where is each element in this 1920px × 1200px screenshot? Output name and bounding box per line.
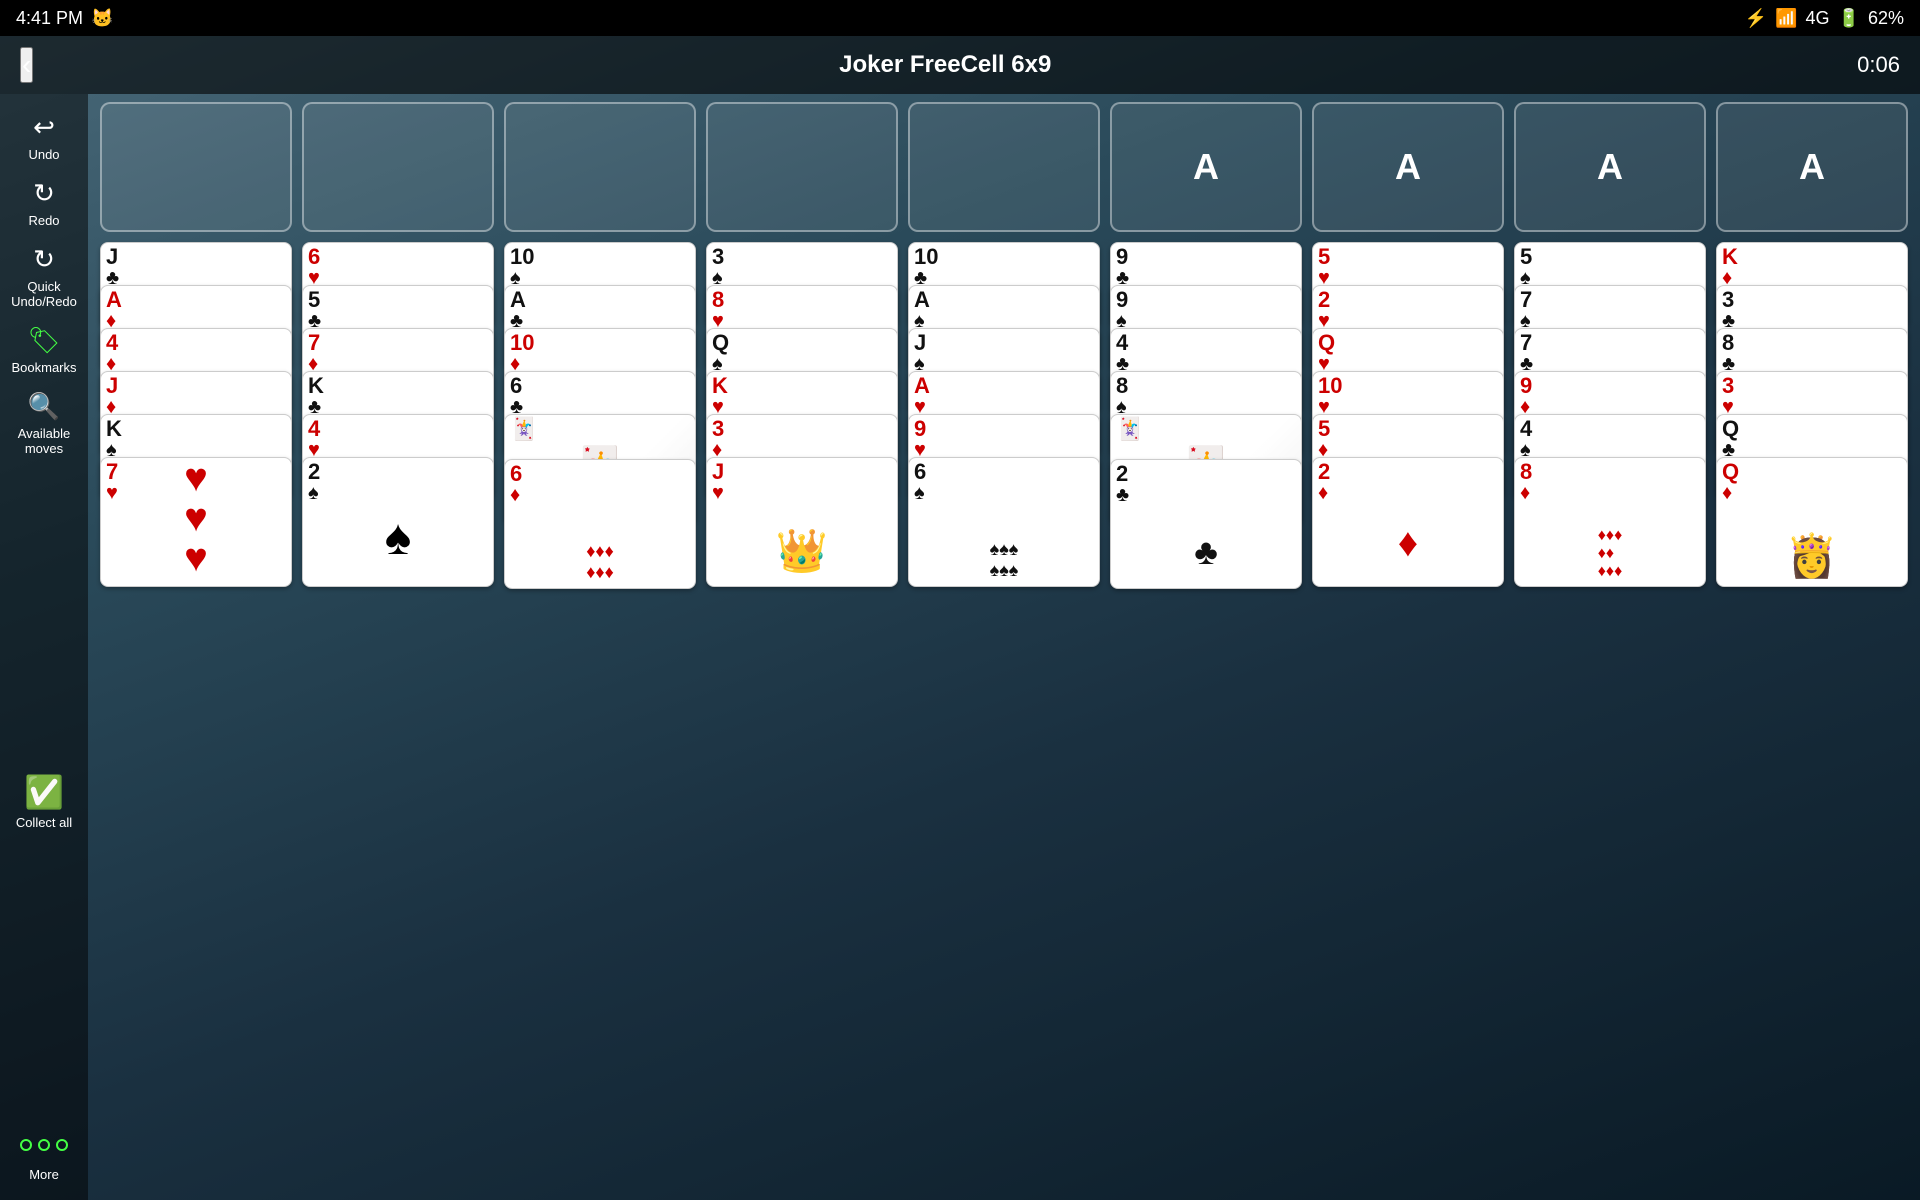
top-row: A A A A bbox=[100, 102, 1908, 232]
redo-label: Redo bbox=[28, 213, 59, 228]
available-moves-icon: 🔍 bbox=[28, 391, 60, 422]
back-button[interactable]: ‹ bbox=[20, 47, 33, 83]
nav-bar: ‹ Joker FreeCell 6x9 0:06 bbox=[0, 36, 1920, 94]
quick-undo-redo-icon: ↻ bbox=[33, 244, 55, 275]
sidebar-item-undo[interactable]: ↩ Undo bbox=[4, 104, 84, 170]
column-5: 9♣ 9♠ 4♣ 8♠ 🃏 🃏 2♣♣ bbox=[1110, 242, 1302, 589]
sidebar-item-quick-undo-redo[interactable]: ↻ Quick Undo/Redo bbox=[4, 236, 84, 317]
card-j-hearts[interactable]: J♥👑 bbox=[706, 457, 898, 587]
collect-all-icon: ✅ bbox=[24, 773, 64, 811]
column-3: 3♠ 8♥ Q♠ K♥ 3♦ J♥👑 bbox=[706, 242, 898, 589]
more-label: More bbox=[29, 1167, 59, 1182]
card-6-diamonds[interactable]: 6♦♦♦♦♦♦♦ bbox=[504, 459, 696, 589]
card-6-spades[interactable]: 6♠♠♠♠♠♠♠ bbox=[908, 457, 1100, 587]
sidebar-item-redo[interactable]: ↻ Redo bbox=[4, 170, 84, 236]
status-right: ⚡ 📶 4G 🔋 62% bbox=[1745, 8, 1904, 29]
bluetooth-icon: ⚡ bbox=[1745, 8, 1767, 29]
sidebar-item-more[interactable]: More bbox=[4, 1159, 84, 1190]
free-cell-3[interactable] bbox=[504, 102, 696, 232]
game-timer: 0:06 bbox=[1857, 52, 1900, 78]
quick-undo-redo-label: Quick Undo/Redo bbox=[8, 279, 80, 309]
status-left: 4:41 PM 🐱 bbox=[16, 8, 113, 29]
game-title: Joker FreeCell 6x9 bbox=[839, 51, 1051, 79]
column-8: K♦ 3♣ 8♣ 3♥ Q♣ Q♦👸 bbox=[1716, 242, 1908, 589]
card-7-hearts-0[interactable]: 7♥ ♥♥♥ bbox=[100, 457, 292, 587]
sidebar-item-available-moves[interactable]: 🔍 Available moves bbox=[4, 383, 84, 464]
battery-pct: 62% bbox=[1868, 8, 1904, 29]
foundation-3[interactable]: A bbox=[1514, 102, 1706, 232]
column-0: J♣ A♦ 4♦ J♦ K♠ 7♥ ♥♥♥ bbox=[100, 242, 292, 589]
sidebar-item-bookmarks[interactable]: 🏷 Bookmarks bbox=[4, 317, 84, 383]
foundation-2[interactable]: A bbox=[1312, 102, 1504, 232]
free-cell-2[interactable] bbox=[302, 102, 494, 232]
dot-3 bbox=[56, 1139, 68, 1151]
undo-icon: ↩ bbox=[33, 112, 55, 143]
card-2-spades[interactable]: 2♠♠ bbox=[302, 457, 494, 587]
column-6: 5♥ 2♥ Q♥ 10♥ 5♦ 2♦♦ bbox=[1312, 242, 1504, 589]
more-dots[interactable] bbox=[20, 1139, 68, 1151]
signal-icon: 📶 bbox=[1775, 8, 1797, 29]
card-q-diamonds[interactable]: Q♦👸 bbox=[1716, 457, 1908, 587]
free-cell-1[interactable] bbox=[100, 102, 292, 232]
time: 4:41 PM bbox=[16, 8, 83, 29]
columns-row: J♣ A♦ 4♦ J♦ K♠ 7♥ ♥♥♥ 6♥ 5♣ 7♦ K♣ 4♥ 2♠♠… bbox=[100, 242, 1908, 589]
redo-icon: ↻ bbox=[33, 178, 55, 209]
column-2: 10♠ A♣ 10♦ 6♣ 🃏 🃏 6♦♦♦♦♦♦♦ bbox=[504, 242, 696, 589]
undo-label: Undo bbox=[28, 147, 59, 162]
card-2-clubs[interactable]: 2♣♣ bbox=[1110, 459, 1302, 589]
foundation-1[interactable]: A bbox=[1110, 102, 1302, 232]
sidebar-item-collect-all[interactable]: ✅ Collect all bbox=[4, 765, 84, 838]
card-8-diamonds[interactable]: 8♦♦♦♦♦♦♦♦♦ bbox=[1514, 457, 1706, 587]
bookmarks-icon: 🏷 bbox=[27, 325, 60, 356]
status-bar: 4:41 PM 🐱 ⚡ 📶 4G 🔋 62% bbox=[0, 0, 1920, 36]
sidebar: ↩ Undo ↻ Redo ↻ Quick Undo/Redo 🏷 Bookma… bbox=[0, 94, 88, 1200]
bookmarks-label: Bookmarks bbox=[11, 360, 76, 375]
carrier-icon: 🐱 bbox=[91, 8, 113, 29]
available-moves-label: Available moves bbox=[8, 426, 80, 456]
game-area: A A A A J♣ A♦ 4♦ J♦ K♠ 7♥ ♥♥♥ 6♥ 5♣ 7♦ K… bbox=[88, 94, 1920, 1200]
free-cell-4[interactable] bbox=[706, 102, 898, 232]
column-7: 5♠ 7♠ 7♣ 9♦ 4♠ 8♦♦♦♦♦♦♦♦♦ bbox=[1514, 242, 1706, 589]
network-icon: 4G bbox=[1806, 8, 1830, 29]
column-4: 10♣ A♠ J♠ A♥ 9♥ 6♠♠♠♠♠♠♠ bbox=[908, 242, 1100, 589]
dot-2 bbox=[38, 1139, 50, 1151]
column-1: 6♥ 5♣ 7♦ K♣ 4♥ 2♠♠ bbox=[302, 242, 494, 589]
battery-icon: 🔋 bbox=[1838, 8, 1860, 29]
card-2-diamonds[interactable]: 2♦♦ bbox=[1312, 457, 1504, 587]
foundation-4[interactable]: A bbox=[1716, 102, 1908, 232]
dot-1 bbox=[20, 1139, 32, 1151]
free-cell-5[interactable] bbox=[908, 102, 1100, 232]
collect-all-label: Collect all bbox=[16, 815, 72, 830]
